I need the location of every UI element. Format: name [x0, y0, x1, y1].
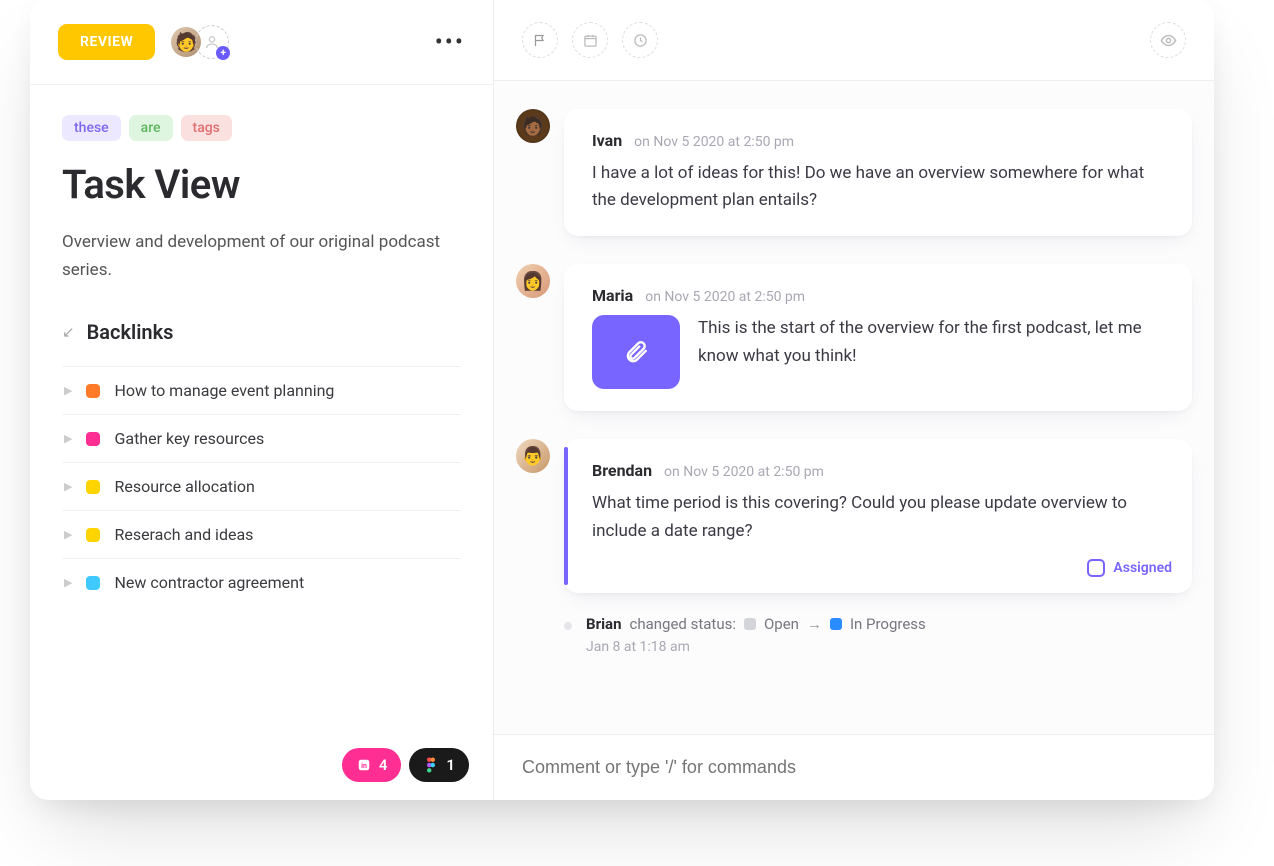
- checkbox-icon: [1087, 559, 1105, 577]
- comment-body: This is the start of the overview for th…: [698, 315, 1168, 369]
- comment-timestamp: on Nov 5 2020 at 2:50 pm: [645, 289, 805, 305]
- backlink-label: How to manage event planning: [114, 381, 334, 400]
- comment-thread: 🧑🏾 Ivan on Nov 5 2020 at 2:50 pm I have …: [494, 81, 1214, 734]
- right-panel: 🧑🏾 Ivan on Nov 5 2020 at 2:50 pm I have …: [494, 0, 1214, 800]
- comment-composer: [494, 734, 1214, 800]
- activity-to-status: In Progress: [850, 615, 926, 633]
- status-square-icon: [744, 618, 756, 630]
- tags-row: these are tags: [62, 115, 461, 141]
- activity-from-status: Open: [764, 615, 799, 633]
- caret-right-icon: ▶: [64, 384, 72, 397]
- activity-timestamp: Jan 8 at 1:18 am: [586, 639, 926, 655]
- left-header: REVIEW 🧑 + •••: [30, 0, 493, 84]
- backlink-label: Reserach and ideas: [114, 525, 253, 544]
- comment-body: What time period is this covering? Could…: [592, 490, 1168, 544]
- left-panel: REVIEW 🧑 + ••• these are tags Task View …: [30, 0, 494, 800]
- tag[interactable]: are: [129, 115, 173, 141]
- eye-icon: [1160, 32, 1177, 49]
- flag-icon: [533, 33, 548, 48]
- tag[interactable]: these: [62, 115, 121, 141]
- figma-chip[interactable]: 1: [409, 748, 469, 782]
- invision-chip[interactable]: in 4: [342, 748, 402, 782]
- activity-actor: Brian: [586, 615, 621, 633]
- figma-count: 1: [446, 756, 455, 774]
- backlink-item[interactable]: ▶ Reserach and ideas: [62, 510, 461, 558]
- attachment-thumbnail[interactable]: [592, 315, 680, 389]
- comment-card[interactable]: Maria on Nov 5 2020 at 2:50 pm This is t…: [564, 264, 1192, 411]
- comment-input[interactable]: [522, 757, 1186, 778]
- assigned-indicator[interactable]: Assigned: [1087, 559, 1172, 577]
- backlink-item[interactable]: ▶ Resource allocation: [62, 462, 461, 510]
- watch-button[interactable]: [1150, 22, 1186, 58]
- figma-icon: [423, 757, 439, 773]
- comment-author: Brendan: [592, 461, 652, 480]
- invision-icon: in: [356, 757, 372, 773]
- comment-author: Ivan: [592, 131, 622, 150]
- backlink-item[interactable]: ▶ New contractor agreement: [62, 558, 461, 606]
- date-button[interactable]: [572, 22, 608, 58]
- invision-count: 4: [379, 756, 388, 774]
- plus-icon: +: [216, 46, 230, 60]
- clock-icon: [633, 33, 648, 48]
- caret-right-icon: ▶: [64, 576, 72, 589]
- tag[interactable]: tags: [181, 115, 232, 141]
- comment-card[interactable]: Brendan on Nov 5 2020 at 2:50 pm What ti…: [564, 439, 1192, 592]
- arrow-down-left-icon: ↙: [62, 323, 75, 341]
- priority-flag-button[interactable]: [522, 22, 558, 58]
- arrow-right-icon: →: [807, 615, 822, 633]
- comment-card[interactable]: Ivan on Nov 5 2020 at 2:50 pm I have a l…: [564, 109, 1192, 236]
- backlink-item[interactable]: ▶ How to manage event planning: [62, 366, 461, 414]
- status-badge[interactable]: REVIEW: [58, 24, 155, 60]
- comment-timestamp: on Nov 5 2020 at 2:50 pm: [664, 464, 824, 480]
- backlink-label: Gather key resources: [114, 429, 264, 448]
- backlinks-header[interactable]: ↙ Backlinks: [62, 320, 461, 358]
- comment-author: Maria: [592, 286, 633, 305]
- backlink-label: New contractor agreement: [114, 573, 304, 592]
- integration-chips: in 4 1: [342, 748, 469, 782]
- page-description: Overview and development of our original…: [62, 228, 461, 284]
- task-modal: REVIEW 🧑 + ••• these are tags Task View …: [30, 0, 1214, 800]
- paperclip-icon: [623, 339, 649, 365]
- page-title: Task View: [62, 161, 461, 208]
- comment: 👩 Maria on Nov 5 2020 at 2:50 pm This is…: [516, 264, 1192, 411]
- caret-right-icon: ▶: [64, 432, 72, 445]
- comment-body: I have a lot of ideas for this! Do we ha…: [592, 160, 1168, 214]
- comment: 👨 Brendan on Nov 5 2020 at 2:50 pm What …: [516, 439, 1192, 592]
- status-dot: [86, 384, 100, 398]
- more-menu-button[interactable]: •••: [435, 28, 465, 56]
- status-square-icon: [830, 618, 842, 630]
- time-button[interactable]: [622, 22, 658, 58]
- svg-text:in: in: [361, 762, 367, 770]
- left-body: these are tags Task View Overview and de…: [30, 84, 493, 800]
- comment-timestamp: on Nov 5 2020 at 2:50 pm: [634, 134, 794, 150]
- avatar[interactable]: 🧑🏾: [516, 109, 550, 143]
- backlinks-heading: Backlinks: [87, 320, 174, 344]
- avatar[interactable]: 👨: [516, 439, 550, 473]
- assignee-avatars: 🧑 +: [169, 25, 229, 59]
- calendar-icon: [583, 33, 598, 48]
- caret-right-icon: ▶: [64, 480, 72, 493]
- activity-dot-icon: [564, 622, 572, 630]
- status-dot: [86, 432, 100, 446]
- activity-action: changed status:: [629, 615, 735, 633]
- status-dot: [86, 528, 100, 542]
- comment: 🧑🏾 Ivan on Nov 5 2020 at 2:50 pm I have …: [516, 109, 1192, 236]
- avatar[interactable]: 👩: [516, 264, 550, 298]
- backlink-item[interactable]: ▶ Gather key resources: [62, 414, 461, 462]
- status-dot: [86, 480, 100, 494]
- backlink-label: Resource allocation: [114, 477, 254, 496]
- caret-right-icon: ▶: [64, 528, 72, 541]
- assigned-label: Assigned: [1113, 560, 1172, 576]
- activity-entry: Brian changed status: Open → In Progress…: [516, 615, 1192, 655]
- right-toolbar: [494, 0, 1214, 81]
- add-assignee-button[interactable]: +: [195, 25, 229, 59]
- status-dot: [86, 576, 100, 590]
